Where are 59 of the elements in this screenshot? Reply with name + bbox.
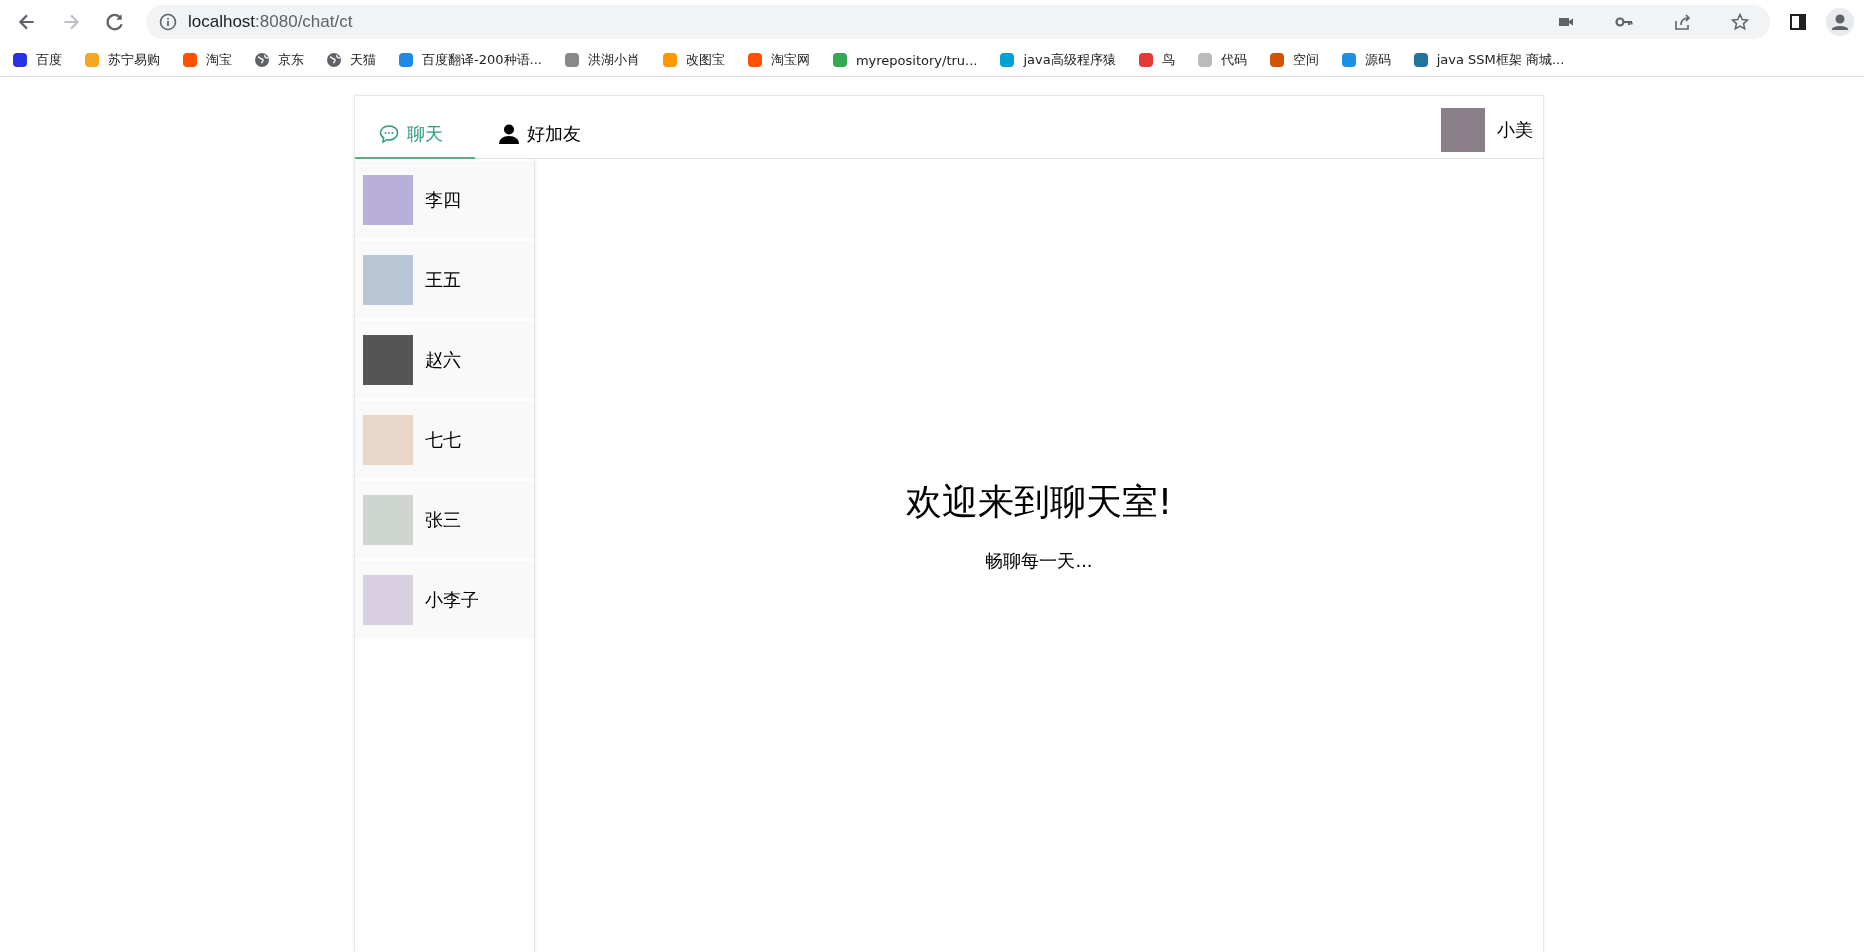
bookmark[interactable]: 源码 [1336, 49, 1395, 71]
photo-placeholder [363, 494, 413, 545]
bookmark[interactable]: 改图宝 [657, 49, 729, 71]
bookmark[interactable]: java SSM框架 商城... [1408, 49, 1569, 71]
star-icon[interactable] [1730, 12, 1750, 32]
site-favicon-icon [1412, 52, 1429, 68]
reload-icon[interactable] [104, 11, 126, 33]
bookmark[interactable]: 鸟 [1133, 49, 1179, 71]
bookmark[interactable]: 百度翻译-200种语... [394, 49, 546, 71]
contact-item[interactable]: 七七 [355, 401, 534, 478]
address-bar[interactable]: localhost:8080/chat/ct [146, 5, 1770, 39]
photo-placeholder [363, 334, 413, 385]
site-favicon-icon [746, 52, 763, 68]
bookmark[interactable]: 苏宁易购 [80, 49, 164, 71]
bookmark[interactable]: java高级程序猿 [995, 49, 1120, 71]
globe-icon [326, 52, 342, 68]
site-favicon-icon [563, 52, 580, 68]
share-icon[interactable] [1672, 12, 1692, 32]
site-favicon-icon [661, 52, 678, 68]
tab[interactable]: 好加友 [475, 119, 603, 159]
bookmark[interactable]: 淘宝 [178, 49, 236, 71]
bookmark[interactable]: myrepository/tru... [827, 50, 982, 70]
site-favicon-icon [1268, 52, 1285, 68]
chat-bubble-icon [377, 122, 401, 146]
bookmark[interactable]: 空间 [1264, 49, 1323, 71]
photo-placeholder [363, 574, 413, 625]
profile-icon[interactable] [1826, 8, 1854, 36]
contact-item[interactable]: 李四 [355, 161, 534, 238]
site-favicon-icon [84, 52, 100, 68]
bookmark[interactable]: 淘宝网 [742, 49, 814, 71]
welcome-title: 欢迎来到聊天室! [905, 480, 1173, 524]
contact-item[interactable]: 张三 [355, 481, 534, 558]
photo-placeholder [363, 254, 413, 305]
site-favicon-icon [398, 52, 414, 68]
contact-item[interactable]: 赵六 [355, 321, 534, 398]
photo-placeholder [363, 174, 413, 225]
user-name: 小美 [1497, 118, 1533, 142]
site-favicon-icon [1196, 52, 1213, 68]
site-favicon-icon [182, 52, 198, 68]
site-favicon-icon [831, 52, 848, 68]
side-panel-icon[interactable] [1788, 12, 1808, 32]
info-icon[interactable] [158, 12, 178, 32]
bookmark[interactable]: 代码 [1192, 49, 1251, 71]
site-favicon-icon [1137, 52, 1154, 68]
photo-placeholder [363, 414, 413, 465]
contact-item[interactable]: 王五 [355, 241, 534, 318]
globe-icon [254, 52, 270, 68]
bookmark[interactable]: 百度 [8, 49, 66, 71]
site-favicon-icon [1340, 52, 1357, 68]
person-icon [497, 122, 521, 146]
bookmark[interactable]: 京东 [250, 49, 308, 71]
bookmark[interactable]: 天猫 [322, 49, 380, 71]
site-favicon-icon [999, 52, 1016, 68]
tab[interactable]: 聊天 [355, 119, 475, 159]
bookmark[interactable]: 洪湖小肖 [559, 49, 644, 71]
site-favicon-icon [12, 52, 28, 68]
contact-item[interactable]: 小李子 [355, 561, 534, 638]
welcome-subtitle: 畅聊每一天... [985, 549, 1093, 573]
photo-placeholder [1441, 108, 1485, 152]
